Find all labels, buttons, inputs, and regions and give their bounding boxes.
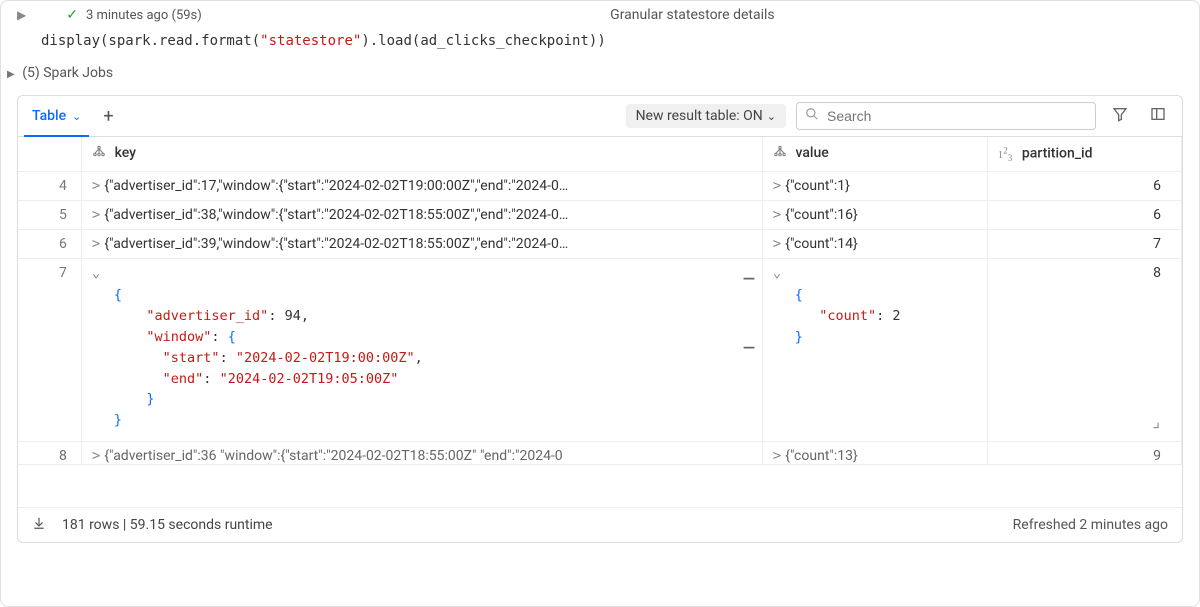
success-check-icon: ✓ — [66, 7, 78, 23]
code-punct-end: )) — [589, 33, 606, 49]
cell-partition: 7 — [987, 229, 1181, 258]
caret-right-icon: ▶ — [7, 69, 15, 80]
collapse-chevron-icon[interactable]: ⌄ — [773, 265, 781, 281]
result-table: key value 123 partition_id — [18, 137, 1182, 507]
chevron-down-icon: ⌄ — [72, 110, 81, 123]
cell-key-expanded[interactable]: ⌄{ "advertiser_id": 94, "window": { "sta… — [81, 258, 762, 441]
code-fn: display(spark.read.format( — [41, 33, 260, 49]
struct-type-icon — [773, 147, 790, 160]
code-punct: ).load( — [361, 33, 420, 49]
expand-chevron-icon[interactable]: > — [92, 207, 100, 223]
cell-key[interactable]: >{"advertiser_id":39,"window":{"start":"… — [81, 229, 762, 258]
json-key-content: { "advertiser_id": 94, "window": { "star… — [92, 281, 752, 435]
cell-header: ▶ ✓ 3 minutes ago (59s) Granular statest… — [1, 1, 1199, 29]
cell-partition: 6 — [987, 200, 1181, 229]
expand-chevron-icon[interactable]: > — [92, 236, 100, 252]
result-footer: 181 rows | 59.15 seconds runtime Refresh… — [18, 507, 1182, 542]
cell-key[interactable]: >{"advertiser_id":38,"window":{"start":"… — [81, 200, 762, 229]
col-header-key-label: key — [115, 145, 136, 161]
spark-jobs-label: (5) Spark Jobs — [22, 65, 113, 81]
collapse-chevron-icon[interactable]: ⌄ — [92, 265, 100, 281]
code-line[interactable]: display(spark.read.format("statestore").… — [1, 29, 1199, 61]
expand-chevron-icon[interactable]: > — [773, 448, 781, 464]
col-header-value[interactable]: value — [762, 137, 987, 171]
row-index: 4 — [18, 171, 81, 200]
row-index: 8 — [18, 442, 81, 465]
toggle-label: New result table: ON — [636, 108, 763, 124]
cell-value[interactable]: >{"count":14} — [762, 229, 987, 258]
table-row[interactable]: 4>{"advertiser_id":17,"window":{"start":… — [18, 171, 1182, 200]
row-index: 6 — [18, 229, 81, 258]
row-index: 7 — [18, 258, 81, 441]
col-header-key[interactable]: key — [81, 137, 762, 171]
row-summary: 181 rows | 59.15 seconds runtime — [62, 517, 273, 533]
table-row[interactable]: 8>{"advertiser_id":36 "window":{"start":… — [18, 442, 1182, 465]
struct-type-icon — [92, 147, 109, 160]
expand-chevron-icon[interactable]: > — [773, 236, 781, 252]
tab-table[interactable]: Table ⌄ — [28, 102, 85, 130]
download-icon[interactable] — [32, 516, 46, 534]
search-box[interactable] — [796, 102, 1096, 130]
run-cell-icon[interactable]: ▶ — [17, 8, 26, 22]
col-header-index[interactable] — [18, 137, 81, 171]
cell-value[interactable]: >{"count":1} — [762, 171, 987, 200]
cell-value-expanded[interactable]: ⌄{ "count": 2 } — [762, 258, 987, 441]
spark-jobs-toggle[interactable]: ▶ (5) Spark Jobs — [1, 61, 1199, 89]
cell-partition: 9 — [987, 442, 1181, 465]
columns-icon[interactable] — [1144, 102, 1172, 130]
result-table-toggle[interactable]: New result table: ON ⌄ — [626, 104, 786, 128]
table-row-expanded[interactable]: 7⌄{ "advertiser_id": 94, "window": { "st… — [18, 258, 1182, 441]
cell-key[interactable]: >{"advertiser_id":36 "window":{"start":"… — [81, 442, 762, 465]
col-header-value-label: value — [796, 145, 829, 161]
code-string: "statestore" — [260, 33, 361, 49]
result-panel: Table ⌄ + New result table: ON ⌄ — [17, 95, 1183, 543]
notebook-cell: ▶ ✓ 3 minutes ago (59s) Granular statest… — [0, 0, 1200, 607]
run-timestamp: 3 minutes ago (59s) — [86, 8, 202, 23]
cell-value[interactable]: >{"count":13} — [762, 442, 987, 465]
table-row[interactable]: 5>{"advertiser_id":38,"window":{"start":… — [18, 200, 1182, 229]
cell-title: Granular statestore details — [202, 7, 1183, 23]
expand-chevron-icon[interactable]: > — [773, 207, 781, 223]
table-row[interactable]: 6>{"advertiser_id":39,"window":{"start":… — [18, 229, 1182, 258]
resize-corner-icon[interactable]: ⌟ — [1153, 412, 1161, 431]
filter-icon[interactable] — [1106, 102, 1134, 130]
expand-chevron-icon[interactable]: > — [92, 178, 100, 194]
result-toolbar: Table ⌄ + New result table: ON ⌄ — [18, 96, 1182, 137]
tab-label: Table — [32, 108, 66, 124]
search-input[interactable] — [825, 107, 1087, 125]
add-tab-button[interactable]: + — [95, 106, 121, 127]
json-value-content: { "count": 2 } — [773, 281, 977, 352]
code-variable: ad_clicks_checkpoint — [420, 33, 589, 49]
col-header-partition[interactable]: 123 partition_id — [987, 137, 1181, 171]
row-index: 5 — [18, 200, 81, 229]
cell-value[interactable]: >{"count":16} — [762, 200, 987, 229]
cell-key[interactable]: >{"advertiser_id":17,"window":{"start":"… — [81, 171, 762, 200]
expand-chevron-icon[interactable]: > — [92, 448, 100, 464]
numeric-type-icon: 123 — [998, 149, 1013, 161]
inline-scrollbar[interactable]: —— — [742, 269, 756, 357]
search-icon — [805, 107, 819, 125]
chevron-down-icon: ⌄ — [767, 110, 776, 123]
col-header-partition-label: partition_id — [1022, 146, 1093, 162]
table-header-row: key value 123 partition_id — [18, 137, 1182, 171]
expand-chevron-icon[interactable]: > — [773, 178, 781, 194]
cell-partition: 6 — [987, 171, 1181, 200]
refreshed-label: Refreshed 2 minutes ago — [1013, 517, 1168, 533]
